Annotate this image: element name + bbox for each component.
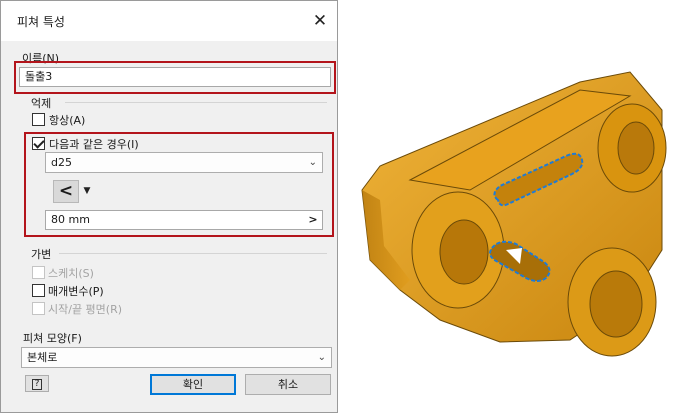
parameter-select[interactable]: d25 ⌄: [45, 152, 323, 173]
always-label: 항상(A): [49, 114, 86, 127]
always-checkbox[interactable]: [32, 113, 45, 126]
operator-button[interactable]: <: [53, 180, 79, 203]
if-checkbox[interactable]: [32, 137, 45, 150]
if-label: 다음과 같은 경우(I): [49, 138, 139, 151]
name-input[interactable]: 돌출3: [19, 67, 331, 87]
ok-button[interactable]: 확인: [150, 374, 236, 395]
help-icon: ?: [32, 379, 42, 390]
model-viewport[interactable]: [340, 0, 691, 413]
upper-right-hole: [617, 121, 655, 175]
chevron-right-icon[interactable]: >: [306, 212, 320, 228]
appearance-select[interactable]: 본체로 ⌄: [21, 347, 332, 368]
parameter-value: d25: [51, 156, 72, 169]
cancel-button[interactable]: 취소: [245, 374, 331, 395]
chevron-down-icon: ⌄: [317, 352, 326, 363]
start-end-plane-label: 시작/끝 평면(R): [48, 303, 123, 316]
adaptive-group-label: 가변: [31, 248, 52, 261]
threshold-input[interactable]: 80 mm >: [45, 210, 323, 230]
suppress-group-label: 억제: [31, 97, 52, 110]
threshold-value: 80 mm: [51, 213, 90, 226]
suppress-group-divider: [65, 102, 327, 103]
left-hole: [439, 219, 489, 285]
close-icon[interactable]: ✕: [309, 10, 331, 32]
help-button[interactable]: ?: [25, 375, 49, 392]
part-model: [361, 71, 667, 357]
bottom-right-hole: [589, 270, 643, 338]
title-bar: 피쳐 특성 ✕: [1, 1, 337, 41]
parameters-checkbox[interactable]: [32, 284, 45, 297]
operator-dropdown-icon[interactable]: ▼: [81, 180, 93, 203]
parameters-label: 매개변수(P): [48, 285, 104, 298]
chevron-down-icon: ⌄: [308, 157, 317, 168]
adaptive-group-divider: [59, 253, 327, 254]
appearance-label: 피쳐 모양(F): [23, 332, 82, 345]
sketch-checkbox[interactable]: [32, 266, 45, 279]
sketch-label: 스케치(S): [48, 267, 94, 280]
appearance-value: 본체로: [27, 351, 58, 364]
dialog-title: 피쳐 특성: [17, 15, 65, 29]
start-end-plane-checkbox[interactable]: [32, 302, 45, 315]
feature-properties-dialog: 피쳐 특성 ✕ 이름(N) 돌출3 억제 항상(A) 다음과 같은 경우(I) …: [0, 0, 338, 413]
